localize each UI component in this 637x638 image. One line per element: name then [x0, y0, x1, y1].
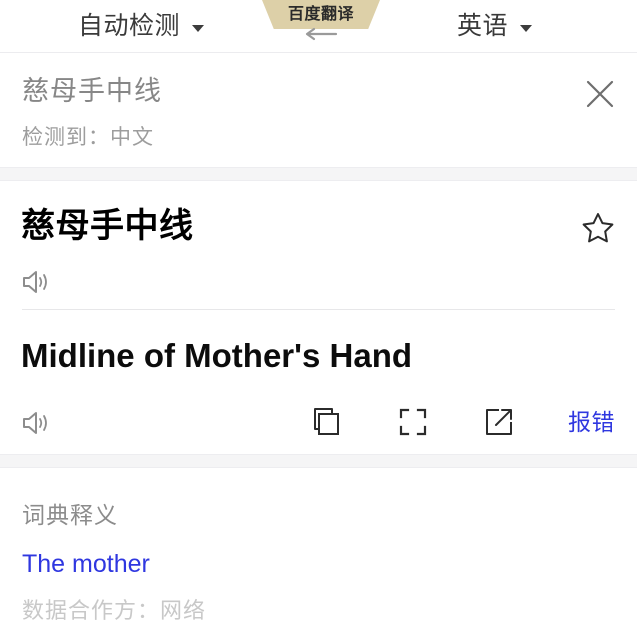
star-outline-icon[interactable] — [579, 209, 617, 247]
copy-icon[interactable] — [310, 405, 344, 439]
source-language-selector[interactable]: 自动检测 — [78, 10, 205, 42]
dictionary-panel: 词典释义 The mother 数据合作方：网络 — [0, 468, 637, 638]
speaker-icon[interactable] — [21, 269, 53, 295]
translation-result-panel: 慈母手中线 Midline of Mother's Hand 报错 — [0, 181, 637, 454]
target-language-label: 英语 — [457, 12, 509, 40]
translation-app-screen: 自动检测 百度翻译 英语 慈母手中线 检测到：中文 慈母手中线 Midline … — [0, 0, 637, 638]
section-separator — [0, 167, 637, 181]
source-result-block: 慈母手中线 — [0, 181, 637, 310]
target-result-text: Midline of Mother's Hand — [21, 337, 413, 374]
target-result-block: Midline of Mother's Hand 报错 — [0, 309, 637, 454]
chevron-down-icon — [192, 24, 205, 32]
fullscreen-icon[interactable] — [396, 405, 430, 439]
result-action-row: 报错 — [0, 405, 637, 445]
close-icon[interactable] — [583, 77, 617, 111]
language-selection-bar: 自动检测 百度翻译 英语 — [0, 0, 637, 53]
report-error-button[interactable]: 报错 — [568, 407, 615, 437]
speaker-icon[interactable] — [21, 410, 53, 436]
chevron-down-icon — [520, 24, 533, 32]
share-external-link-icon[interactable] — [482, 405, 516, 439]
dictionary-entry[interactable]: The mother — [22, 548, 150, 580]
source-input-panel: 慈母手中线 检测到：中文 — [0, 53, 637, 167]
source-language-label: 自动检测 — [78, 12, 181, 40]
dictionary-source-note: 数据合作方：网络 — [22, 598, 207, 623]
detected-language-label: 检测到：中文 — [22, 126, 154, 149]
source-text-input[interactable]: 慈母手中线 — [22, 73, 162, 109]
section-separator — [0, 454, 637, 468]
baidu-translate-badge: 百度翻译 — [262, 0, 380, 29]
target-language-selector[interactable]: 英语 — [457, 10, 533, 42]
swap-languages-icon[interactable] — [298, 27, 340, 46]
dictionary-title: 词典释义 — [22, 502, 118, 528]
source-result-text: 慈母手中线 — [21, 207, 194, 245]
baidu-translate-badge-label: 百度翻译 — [287, 6, 354, 23]
